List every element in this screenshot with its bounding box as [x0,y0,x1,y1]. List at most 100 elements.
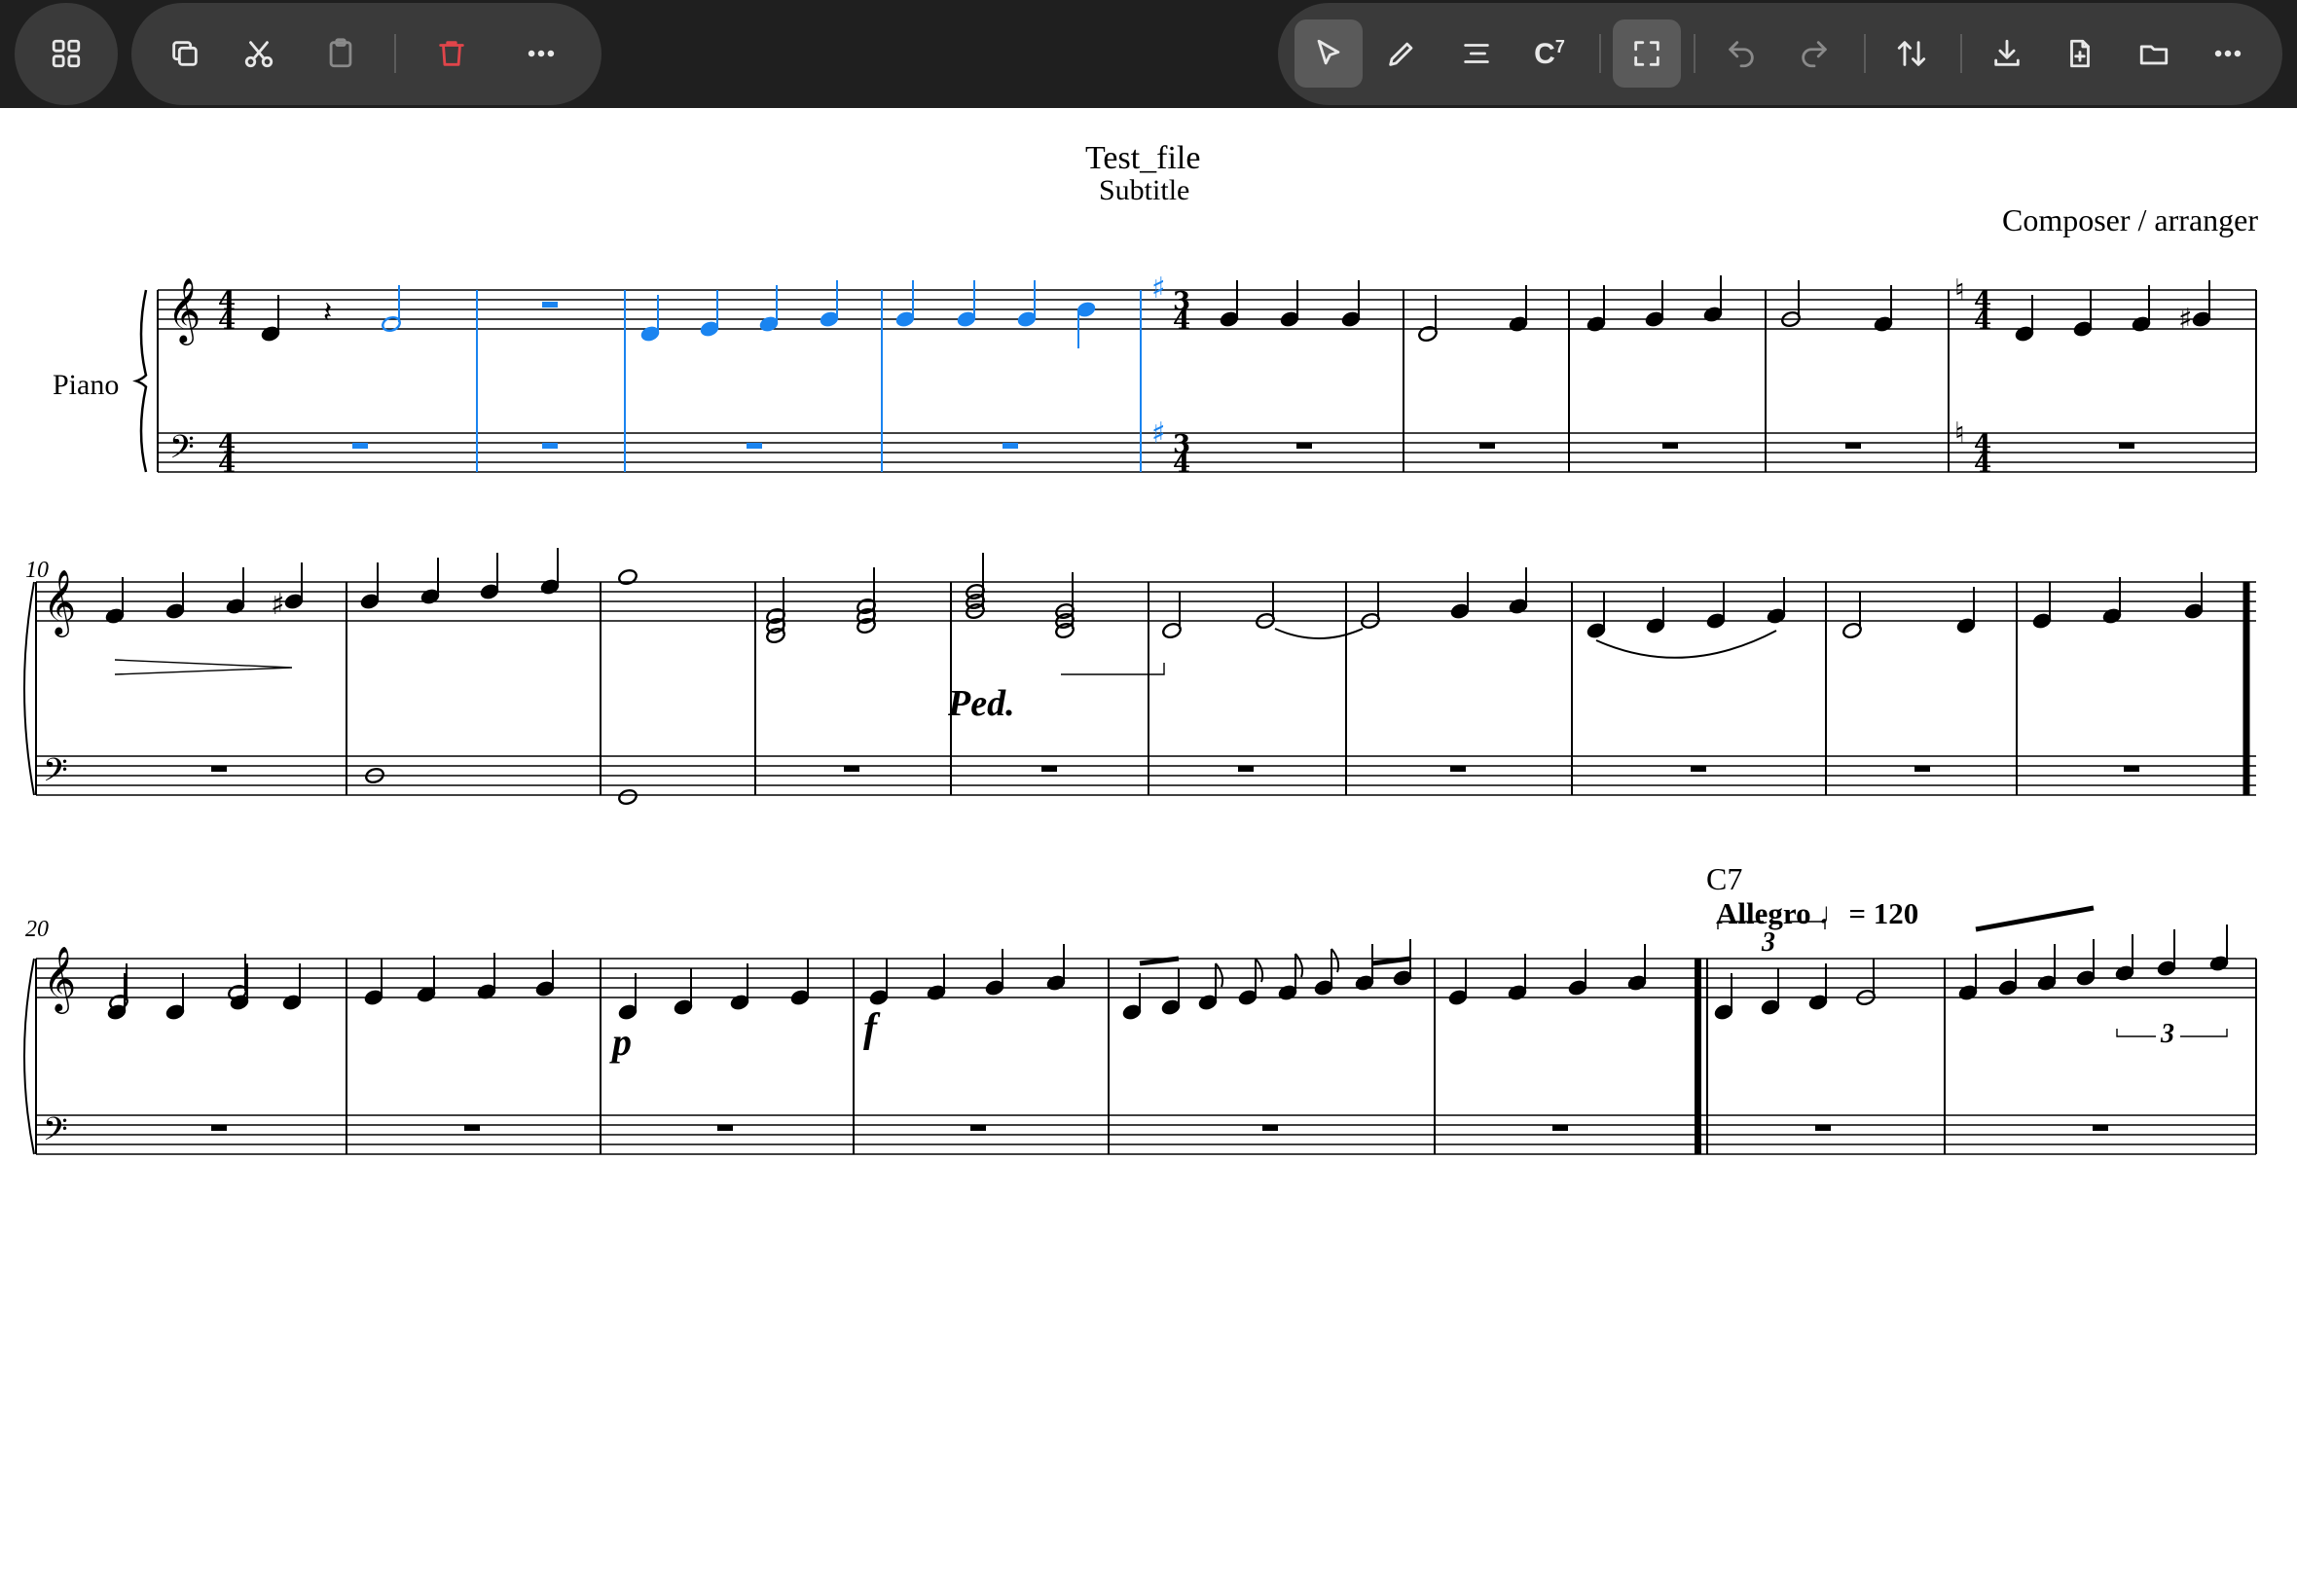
system-brace [132,289,148,473]
whole-rest [1003,443,1018,449]
whole-rest [2124,766,2139,772]
pencil-tool-button[interactable] [1367,19,1436,88]
hairpin [114,659,293,675]
whole-rest [1296,443,1312,449]
chord-symbol-icon: C7 [1534,36,1565,70]
grid-button[interactable] [32,19,100,88]
whole-rest [1552,1125,1568,1131]
bass-clef-icon: 𝄢 [43,752,68,797]
whole-rest [717,1125,733,1131]
fullscreen-button[interactable] [1613,19,1681,88]
bass-clef-icon: 𝄢 [169,429,195,474]
score-canvas[interactable]: Test_file Subtitle Composer / arranger P… [0,108,2297,1596]
whole-rest [211,1125,227,1131]
slur [1595,630,1777,659]
whole-rest [1041,766,1057,772]
pencil-icon [1389,42,1413,66]
sort-button[interactable] [1878,19,1946,88]
toolbar-separator [1864,34,1866,73]
undo-button[interactable] [1707,19,1775,88]
paste-button[interactable] [307,19,375,88]
note-flag [1294,953,1304,978]
bass-clef-icon: 𝄢 [43,1111,68,1156]
whole-rest [1691,766,1706,772]
natural-key-icon: ♮ [1954,417,1965,451]
folder-icon [2139,45,2169,65]
time-signature-denominator: 4 [1173,307,1190,336]
treble-clef-icon: 𝄞 [43,568,76,637]
more-icon [2214,50,2242,57]
time-signature-denominator: 4 [1173,450,1190,479]
toolbar-separator [1960,34,1962,73]
natural-key-icon: ♮ [1954,273,1965,308]
more-button-left[interactable] [507,19,575,88]
notation-svg[interactable]: 𝄞𝄢4444𝄽♯♯3434♮♮4444♯𝄞𝄢♯𝄞𝄢 [0,108,2297,1596]
system-bracket [23,581,35,796]
more-icon [528,50,555,57]
whole-rest [2093,1125,2108,1131]
redo-icon [1802,41,1827,68]
open-folder-button[interactable] [2120,19,2188,88]
tuplet-bracket [1717,921,1826,929]
beam [1139,956,1180,966]
whole-rest [1815,1125,1831,1131]
treble-clef-icon: 𝄞 [43,945,76,1014]
toolbar-separator [394,34,396,73]
whole-rest [542,302,558,308]
toolbar-separator [1599,34,1601,73]
whole-rest [970,1125,986,1131]
time-signature-denominator: 4 [1974,307,1991,336]
select-tool-button[interactable] [1294,19,1363,88]
whole-rest [2119,443,2134,449]
cut-button[interactable] [225,19,293,88]
sharp-icon: ♯ [271,588,285,622]
download-icon [1994,39,2020,66]
align-icon [1464,44,1489,63]
whole-rest [844,766,859,772]
sharp-key-icon: ♯ [1151,272,1166,306]
whole-rest [1262,1125,1278,1131]
tie [1274,628,1364,639]
note-flag [1215,962,1224,988]
delete-button[interactable] [418,19,486,88]
whole-rest [1238,766,1254,772]
copy-button[interactable] [151,19,219,88]
note [618,568,638,586]
whole-rest [542,443,558,449]
select-cursor-icon [1317,39,1340,65]
align-tool-button[interactable] [1442,19,1511,88]
tuplet-bracket [2116,1029,2228,1037]
new-file-icon [2070,39,2090,68]
whole-rest [464,1125,480,1131]
sort-icon [1897,41,1926,66]
whole-rest [1845,443,1861,449]
toolbar: C7 [0,0,2297,108]
paste-icon [329,38,352,68]
grid-icon [52,39,81,68]
time-signature-denominator: 4 [218,307,236,336]
redo-button[interactable] [1780,19,1848,88]
beam [1371,956,1411,966]
sharp-key-icon: ♯ [1151,417,1166,451]
copy-icon [172,41,198,66]
beam [1975,905,2095,932]
sharp-icon: ♯ [2178,303,2193,337]
system-bracket [23,958,35,1155]
treble-clef-icon: 𝄞 [167,276,201,345]
fullscreen-icon [1634,41,1659,66]
time-signature-denominator: 4 [218,450,236,479]
whole-rest [211,766,227,772]
whole-rest [1479,443,1495,449]
note [618,788,638,806]
cut-icon [244,41,273,68]
more-button-right[interactable] [2194,19,2262,88]
whole-rest [1450,766,1466,772]
toolbar-separator [1694,34,1695,73]
new-file-button[interactable] [2046,19,2114,88]
download-button[interactable] [1973,19,2041,88]
chord-symbol-button[interactable]: C7 [1515,19,1584,88]
time-signature-denominator: 4 [1974,450,1991,479]
whole-rest [1914,766,1930,772]
quarter-rest: 𝄽 [323,296,332,330]
whole-rest [352,443,368,449]
